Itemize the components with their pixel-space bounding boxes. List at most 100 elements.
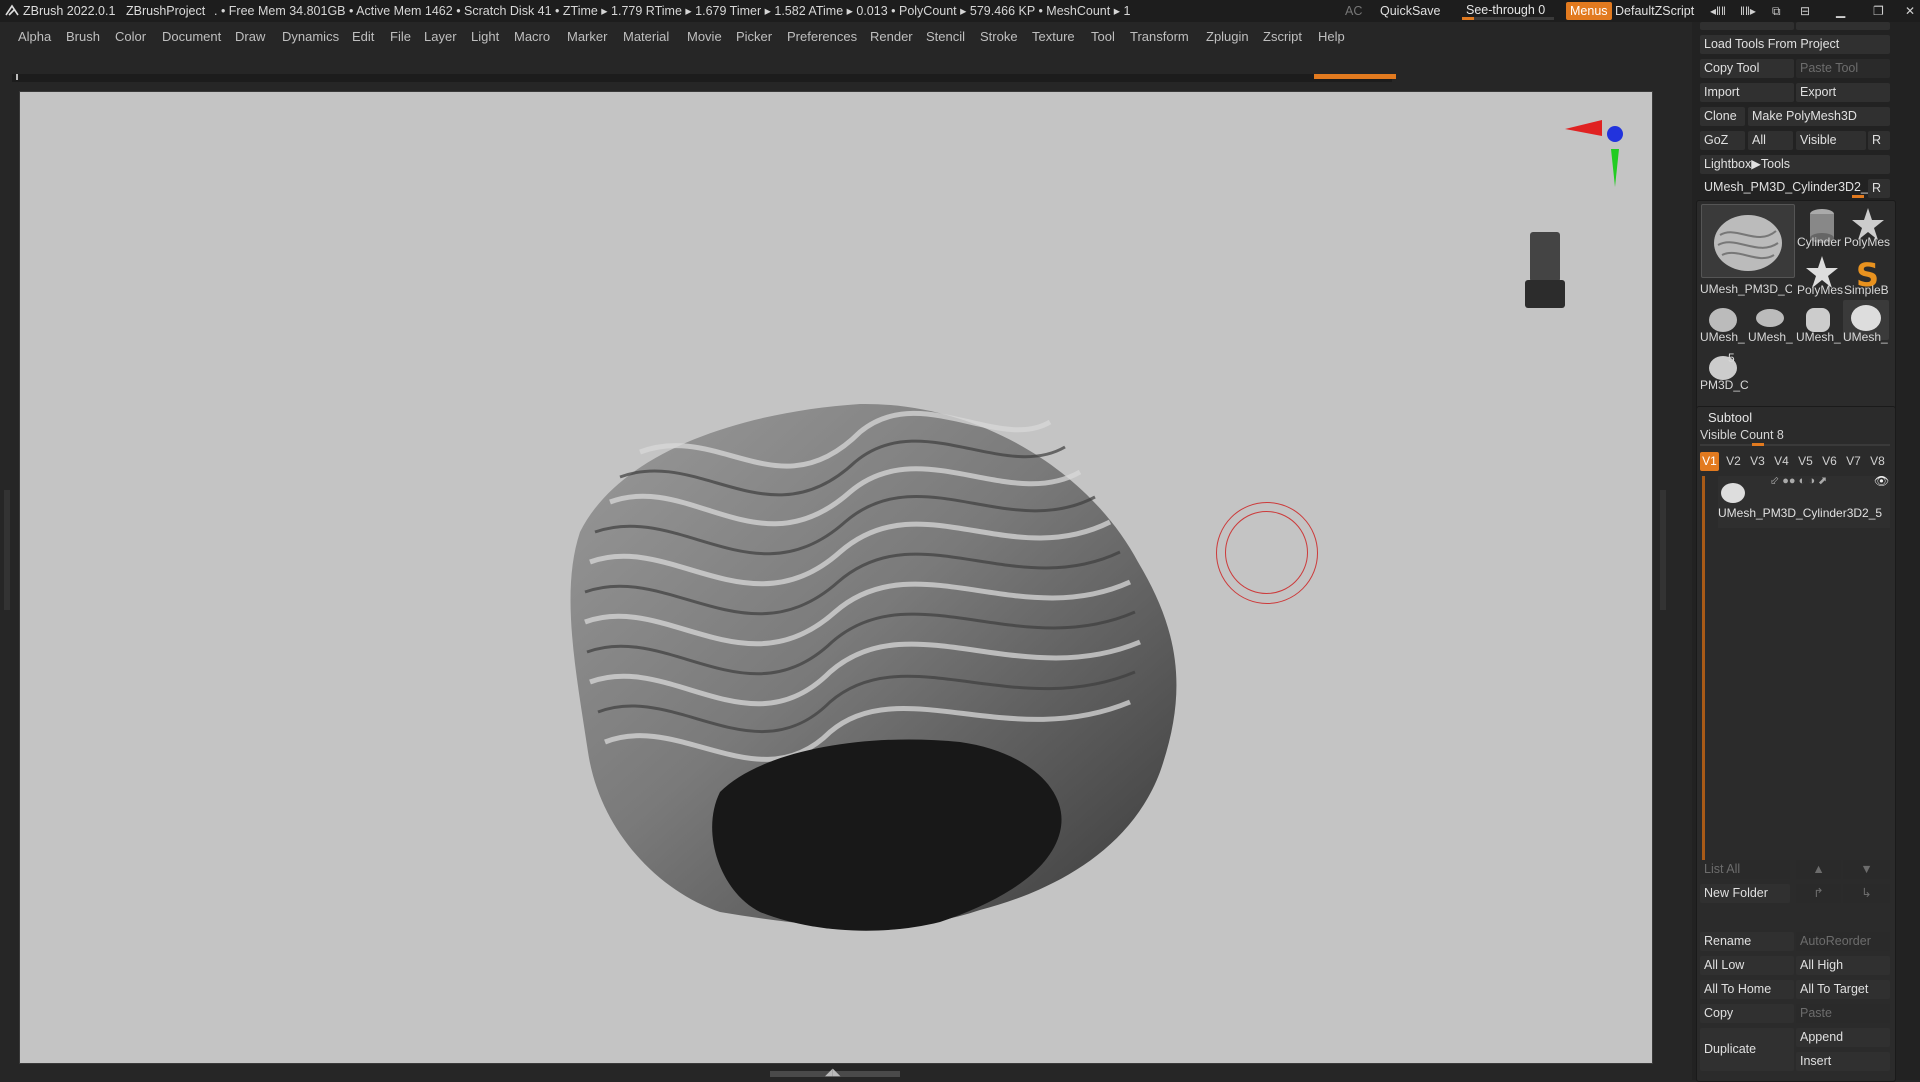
- menu-alpha[interactable]: Alpha: [18, 22, 51, 51]
- duplicate-button[interactable]: Duplicate: [1700, 1028, 1794, 1071]
- right-tray-handle[interactable]: [1660, 490, 1666, 610]
- import-button[interactable]: Import: [1700, 83, 1794, 102]
- gizmo-y-arrow: [1611, 149, 1619, 187]
- menu-edit[interactable]: Edit: [352, 22, 374, 51]
- title-bar: ZBrush 2022.0.1 ZBrushProject . • Free M…: [0, 0, 1920, 22]
- vase-thumb-icon: [1721, 483, 1745, 503]
- restore-icon[interactable]: ❐: [1873, 0, 1884, 22]
- paste-tool-button[interactable]: Paste Tool: [1796, 59, 1890, 78]
- menu-layer[interactable]: Layer: [424, 22, 457, 51]
- current-tool-name[interactable]: UMesh_PM3D_Cylinder3D2_5: [1700, 178, 1868, 197]
- menu-stencil[interactable]: Stencil: [926, 22, 965, 51]
- menu-help[interactable]: Help: [1318, 22, 1345, 51]
- menu-preferences[interactable]: Preferences: [787, 22, 857, 51]
- subtool-controls-icons[interactable]: ⬃ ●● ◐ ◑ ⬈: [1770, 474, 1827, 487]
- all-low-button[interactable]: All Low: [1700, 956, 1794, 975]
- gizmo-z-dot: [1607, 126, 1623, 142]
- tool-r-button[interactable]: R: [1868, 179, 1890, 198]
- menu-tool[interactable]: Tool: [1091, 22, 1115, 51]
- goz-button[interactable]: GoZ: [1700, 131, 1745, 150]
- folder-out-icon[interactable]: ↳: [1843, 884, 1890, 903]
- rename-button[interactable]: Rename: [1700, 932, 1794, 951]
- tab-v5[interactable]: V5: [1796, 452, 1815, 471]
- model-opening: [712, 739, 1062, 931]
- thumb-badge: 5: [1728, 351, 1735, 365]
- menu-macro[interactable]: Macro: [514, 22, 550, 51]
- save-as-button[interactable]: [1796, 22, 1890, 30]
- copy-tool-button[interactable]: Copy Tool: [1700, 59, 1794, 78]
- menu-material[interactable]: Material: [623, 22, 669, 51]
- subtool-title[interactable]: Subtool: [1708, 410, 1752, 425]
- folder-in-icon[interactable]: ↱: [1796, 884, 1841, 903]
- right-tray: Load Tools From Project Copy Tool Paste …: [1692, 22, 1920, 1082]
- vase-thumb-icon: [1714, 215, 1782, 271]
- list-all-button[interactable]: List All: [1700, 860, 1790, 879]
- move-down-icon[interactable]: ▼: [1843, 860, 1890, 879]
- insert-button[interactable]: Insert: [1796, 1052, 1890, 1071]
- memory-stats: . • Free Mem 34.801GB • Active Mem 1462 …: [214, 4, 1131, 18]
- subtool-item[interactable]: ⬃ ●● ◐ ◑ ⬈ 👁 UMesh_PM3D_Cylinder3D2_5: [1718, 474, 1890, 528]
- collapse-left-icon[interactable]: ◂‖‖: [1710, 0, 1726, 22]
- tab-v1[interactable]: V1: [1700, 452, 1719, 471]
- menu-movie[interactable]: Movie: [687, 22, 722, 51]
- tab-v4[interactable]: V4: [1772, 452, 1791, 471]
- menu-file[interactable]: File: [390, 22, 411, 51]
- goz-all-button[interactable]: All: [1748, 131, 1793, 150]
- visible-count-slider[interactable]: Visible Count 8: [1700, 428, 1784, 442]
- copy-button[interactable]: Copy: [1700, 1004, 1794, 1023]
- menu-light[interactable]: Light: [471, 22, 499, 51]
- load-tool-button[interactable]: [1700, 22, 1794, 30]
- menu-zplugin[interactable]: Zplugin: [1206, 22, 1249, 51]
- screen-icon[interactable]: ⊟: [1800, 0, 1810, 22]
- menu-brush[interactable]: Brush: [66, 22, 100, 51]
- tab-v8[interactable]: V8: [1868, 452, 1887, 471]
- append-button[interactable]: Append: [1796, 1028, 1890, 1047]
- menu-stroke[interactable]: Stroke: [980, 22, 1018, 51]
- close-icon[interactable]: ✕: [1905, 0, 1915, 22]
- menu-transform[interactable]: Transform: [1130, 22, 1189, 51]
- move-up-icon[interactable]: ▲: [1796, 860, 1841, 879]
- goz-visible-button[interactable]: Visible: [1796, 131, 1866, 150]
- goz-r-button[interactable]: R: [1868, 131, 1890, 150]
- menu-document[interactable]: Document: [162, 22, 221, 51]
- tab-v7[interactable]: V7: [1844, 452, 1863, 471]
- canvas-viewport[interactable]: [19, 91, 1653, 1064]
- collapse-right-icon[interactable]: ‖‖▸: [1740, 0, 1756, 22]
- see-through-slider[interactable]: See-through 0: [1462, 2, 1554, 20]
- menu-dynamics[interactable]: Dynamics: [282, 22, 339, 51]
- bottom-tray-handle[interactable]: ◢◣: [770, 1067, 900, 1078]
- paste-button[interactable]: Paste: [1796, 1004, 1890, 1023]
- left-tray-handle[interactable]: [4, 490, 10, 610]
- autoreorder-button[interactable]: AutoReorder: [1796, 932, 1890, 951]
- menu-marker[interactable]: Marker: [567, 22, 607, 51]
- menu-color[interactable]: Color: [115, 22, 146, 51]
- menu-texture[interactable]: Texture: [1032, 22, 1075, 51]
- make-polymesh3d-button[interactable]: Make PolyMesh3D: [1748, 107, 1890, 126]
- load-tools-from-project-button[interactable]: Load Tools From Project: [1700, 35, 1890, 54]
- menu-render[interactable]: Render: [870, 22, 913, 51]
- clone-button[interactable]: Clone: [1700, 107, 1745, 126]
- thumb-active-tool[interactable]: [1701, 204, 1795, 278]
- tab-v2[interactable]: V2: [1724, 452, 1743, 471]
- menu-draw[interactable]: Draw: [235, 22, 265, 51]
- top-shelf-strip[interactable]: [12, 74, 1396, 82]
- tab-v3[interactable]: V3: [1748, 452, 1767, 471]
- ac-toggle[interactable]: AC: [1345, 0, 1362, 22]
- subtool-scrollbar[interactable]: [1702, 476, 1705, 876]
- quicksave-button[interactable]: QuickSave: [1380, 0, 1440, 22]
- all-high-button[interactable]: All High: [1796, 956, 1890, 975]
- default-zscript-button[interactable]: DefaultZScript: [1615, 0, 1694, 22]
- project-name[interactable]: ZBrushProject: [126, 0, 205, 22]
- menu-picker[interactable]: Picker: [736, 22, 772, 51]
- new-folder-button[interactable]: New Folder: [1700, 884, 1790, 903]
- menus-toggle[interactable]: Menus: [1566, 2, 1612, 20]
- menu-zscript[interactable]: Zscript: [1263, 22, 1302, 51]
- eye-icon[interactable]: 👁: [1874, 474, 1889, 488]
- tab-v6[interactable]: V6: [1820, 452, 1839, 471]
- minimize-icon[interactable]: ▁: [1836, 0, 1845, 22]
- export-button[interactable]: Export: [1796, 83, 1890, 102]
- layout-icon[interactable]: ⧉: [1772, 0, 1781, 22]
- all-to-target-button[interactable]: All To Target: [1796, 980, 1890, 999]
- lightbox-tools-button[interactable]: Lightbox▶Tools: [1700, 155, 1890, 174]
- all-to-home-button[interactable]: All To Home: [1700, 980, 1794, 999]
